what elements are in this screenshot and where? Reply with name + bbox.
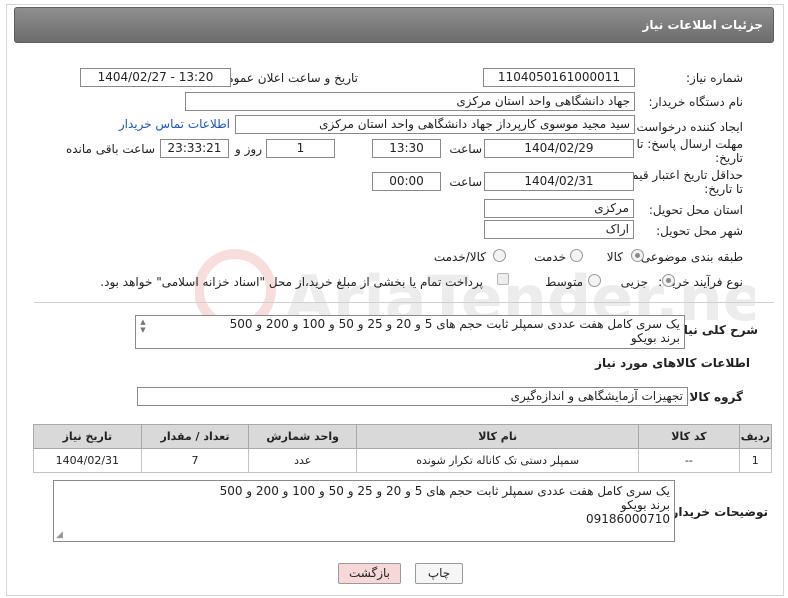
process-radio-medium[interactable] [588,274,601,287]
buyer-org-label: نام دستگاه خریدار: [648,95,744,109]
col-date-header: تاریخ نیاز [33,424,142,449]
buyer-notes-line: 09186000710 [586,512,670,526]
remaining-time-field: 23:33:21 [160,139,229,158]
cell-code: -- [638,448,740,473]
province-field: مرکزی [484,199,634,218]
process-option-minor: جزیی [620,275,648,289]
table-row: 1 -- سمپلر دستی تک کاناله تکرار شونده عد… [33,448,773,473]
buyer-org-field: جهاد دانشگاهی واحد استان مرکزی [185,92,635,111]
deadline-time-label: ساعت [449,142,482,156]
province-label: استان محل تحویل: [648,203,743,217]
category-option-goods: کالا [606,250,623,264]
payment-note: پرداخت تمام یا بخشی از مبلغ خرید،از محل … [100,275,483,289]
cell-name: سمپلر دستی تک کاناله تکرار شونده [356,448,640,473]
table-header-row: ردیف کد کالا نام کالا واحد شمارش تعداد /… [33,424,773,449]
description-line: یک سری کامل هفت عددی سمپلر ثابت حجم های … [229,317,680,331]
deadline-label-1: مهلت ارسال پاسخ: تا [636,137,743,151]
price-validity-time-label: ساعت [449,175,482,189]
goods-group-label: گروه کالا: [684,390,743,404]
print-button[interactable]: چاپ [415,563,463,584]
col-row-header: ردیف [738,424,773,449]
category-option-service: خدمت [534,250,566,264]
col-name-header: نام کالا [356,424,640,449]
buyer-notes-line: یک سری کامل هفت عددی سمپلر ثابت حجم های … [219,484,670,498]
deadline-date-field: 1404/02/29 [484,139,634,158]
process-radio-minor[interactable] [662,274,675,287]
goods-group-field: تجهیزات آزمایشگاهی و اندازه‌گیری [137,387,688,406]
category-radio-service[interactable] [570,249,583,262]
resize-handle-icon[interactable]: ◢ [56,530,63,540]
category-radio-goods[interactable] [631,249,644,262]
cell-row: 1 [738,448,773,473]
announce-label: تاریخ و ساعت اعلان عمومی: [213,71,358,85]
need-number-field: 1104050161000011 [483,68,635,87]
cell-qty: 7 [140,448,250,473]
description-line: برند بویکو [630,331,680,345]
header-bar: جزئیات اطلاعات نیاز [14,7,774,43]
price-validity-time-field: 00:00 [372,172,441,191]
cell-unit: عدد [248,448,358,473]
price-validity-label-1: حداقل تاریخ اعتبار قیمت: [616,168,743,182]
city-label: شهر محل تحویل: [656,224,743,238]
page-title: جزئیات اطلاعات نیاز [642,18,763,32]
description-textarea[interactable]: یک سری کامل هفت عددی سمپلر ثابت حجم های … [135,315,685,349]
items-table: ردیف کد کالا نام کالا واحد شمارش تعداد /… [33,424,773,473]
section-divider [34,302,774,303]
col-unit-header: واحد شمارش [248,424,358,449]
col-code-header: کد کالا [638,424,740,449]
announce-field: 1404/02/27 - 13:20 [80,68,231,87]
creator-label: ایجاد کننده درخواست: [632,120,743,134]
buyer-contact-link[interactable]: اطلاعات تماس خریدار [119,117,230,131]
need-number-label: شماره نیاز: [686,71,743,85]
remaining-label: ساعت باقی مانده [65,142,155,156]
deadline-time-field: 13:30 [372,139,441,158]
buyer-notes-line: برند بویکو [620,498,670,512]
back-button[interactable]: بازگشت [338,563,401,584]
price-validity-label-2: تا تاریخ: [704,182,743,196]
days-field: 1 [266,139,335,158]
category-label: طبقه بندی موضوعی: [636,250,743,264]
col-qty-header: تعداد / مقدار [140,424,250,449]
city-field: اراک [484,220,634,239]
category-option-goods-service: کالا/خدمت [433,250,486,264]
creator-field: سید مجید موسوی کارپرداز جهاد دانشگاهی وا… [235,115,635,134]
days-label: روز و [235,142,262,156]
buyer-notes-textarea[interactable]: یک سری کامل هفت عددی سمپلر ثابت حجم های … [53,480,675,542]
category-radio-goods-service[interactable] [493,249,506,262]
process-option-medium: متوسط [545,275,583,289]
goods-section-title: اطلاعات کالاهای مورد نیاز [595,356,750,370]
payment-treasury-checkbox[interactable] [497,273,509,285]
description-scroll-arrows[interactable]: ▲ ▼ [138,318,148,334]
cell-date: 1404/02/31 [33,448,142,473]
buyer-notes-label: توضیحات خریدار: [666,505,768,519]
price-validity-date-field: 1404/02/31 [484,172,634,191]
deadline-label-2: تاریخ: [715,151,743,165]
